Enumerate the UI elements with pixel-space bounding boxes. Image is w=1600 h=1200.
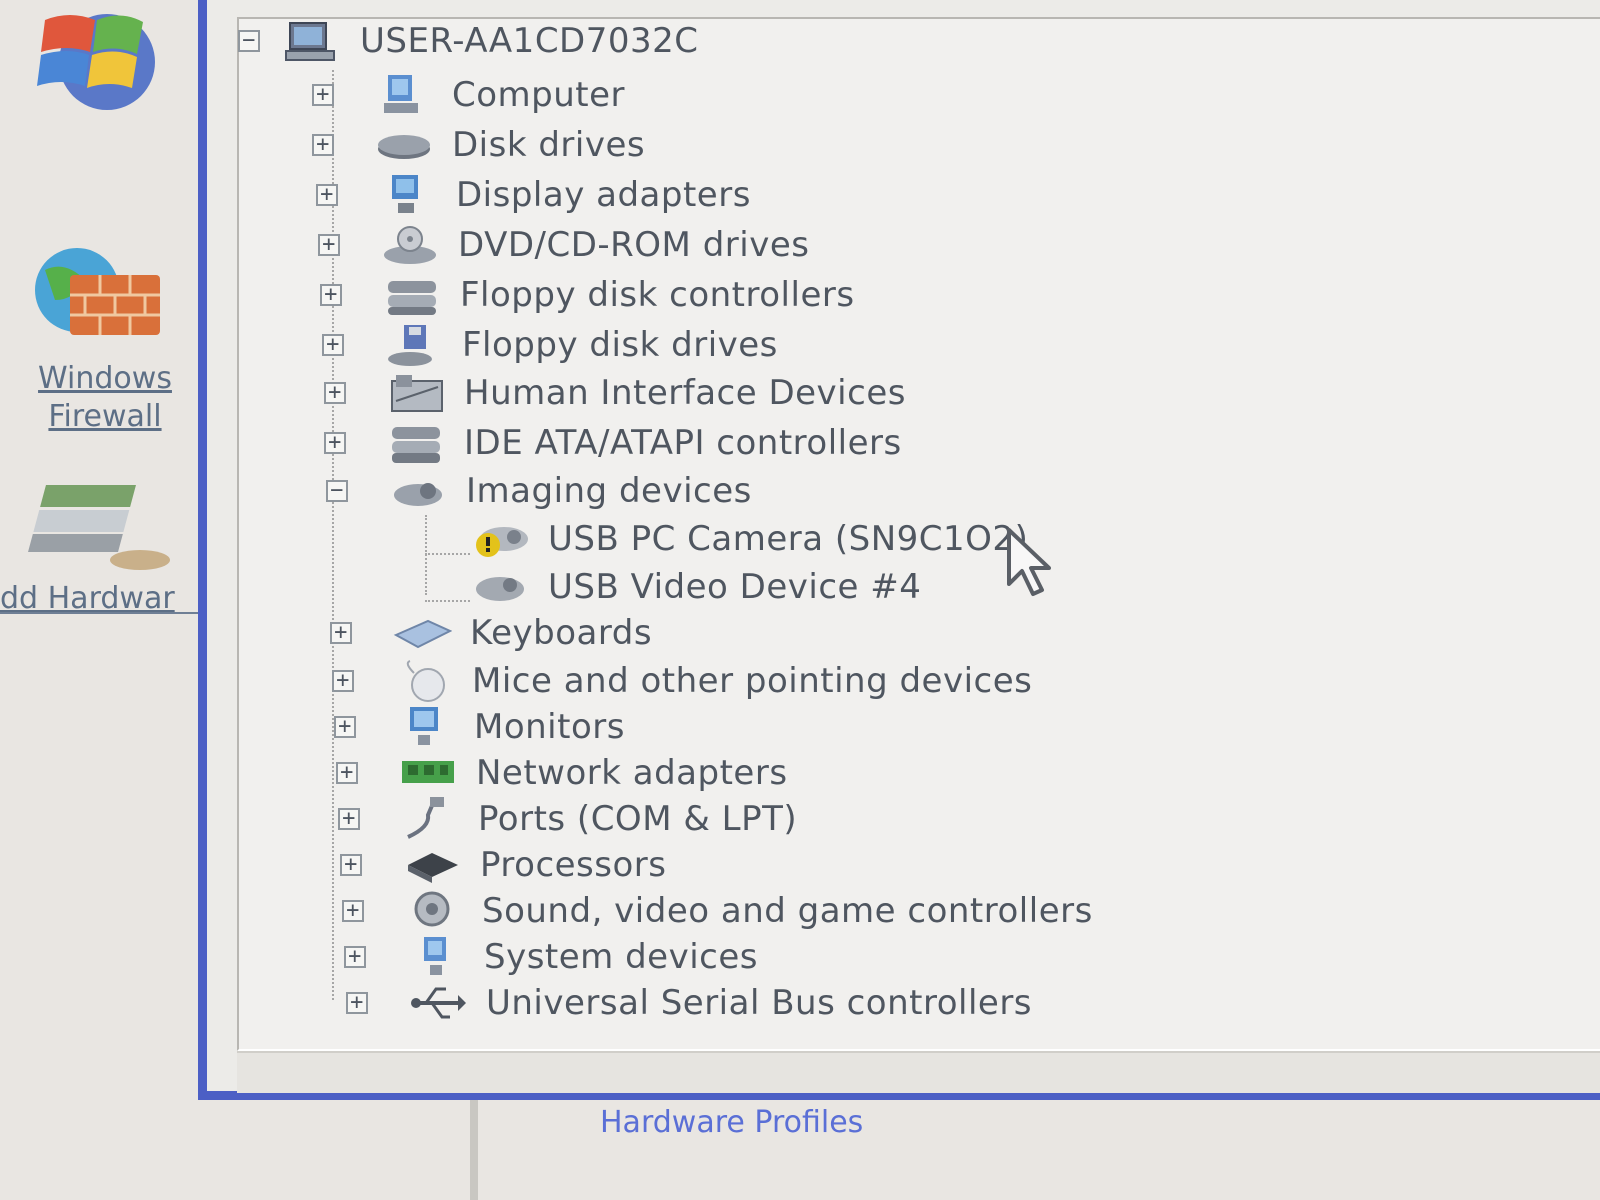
- floppy-drive-icon: [384, 323, 444, 367]
- tree-item-disk-drives[interactable]: + Disk drives: [312, 122, 645, 168]
- add-hardware-item[interactable]: dd Hardwar: [0, 470, 210, 616]
- tree-item-processors[interactable]: + Processors: [340, 842, 666, 888]
- tree-item-display-adapters[interactable]: + Display adapters: [316, 172, 751, 218]
- expand-icon[interactable]: +: [330, 622, 352, 644]
- system-device-icon: [406, 935, 466, 979]
- computer-root-icon: [282, 19, 342, 63]
- add-hardware-underline: [0, 612, 222, 614]
- collapse-icon[interactable]: −: [326, 480, 348, 502]
- tree-child-usb-video-device-4[interactable]: USB Video Device #4: [470, 564, 921, 610]
- tree-item-label: Floppy disk drives: [462, 325, 778, 365]
- status-strip: [237, 1051, 1600, 1093]
- tree-item-universal-serial-bus-controllers[interactable]: + Universal Serial Bus controllers: [346, 980, 1032, 1026]
- tree-item-label: USB Video Device #4: [548, 567, 922, 607]
- tree-item-label: Processors: [480, 845, 667, 885]
- tree-item-human-interface-devices[interactable]: + Human Interface Devices: [324, 370, 906, 416]
- ide-controller-icon: [386, 421, 446, 465]
- expand-icon[interactable]: +: [312, 84, 334, 106]
- tree-line-imaging: [425, 515, 427, 595]
- expand-icon[interactable]: +: [322, 334, 344, 356]
- keyboard-icon: [392, 611, 453, 655]
- tree-item-label: USB PC Camera (SN9C1O2): [548, 519, 1029, 559]
- tree-item-label: Computer: [452, 75, 626, 115]
- tree-item-label: System devices: [484, 937, 758, 977]
- dvd-drive-icon: [380, 223, 440, 267]
- tree-item-label: Disk drives: [452, 125, 646, 165]
- windows-logo-icon: [37, 14, 155, 110]
- tree-item-network-adapters[interactable]: + Network adapters: [336, 750, 788, 796]
- tree-item-label: Floppy disk controllers: [460, 275, 855, 315]
- tree-item-ide-ata-atapi-controllers[interactable]: + IDE ATA/ATAPI controllers: [324, 420, 902, 466]
- expand-icon[interactable]: +: [336, 762, 358, 784]
- hid-icon: [386, 371, 446, 415]
- tree-item-label: Keyboards: [470, 613, 653, 653]
- collapse-icon[interactable]: −: [238, 30, 260, 52]
- expand-icon[interactable]: +: [334, 716, 356, 738]
- firewall-icon: [35, 248, 160, 335]
- tree-item-floppy-disk-controllers[interactable]: + Floppy disk controllers: [320, 272, 855, 318]
- expand-icon[interactable]: +: [318, 234, 340, 256]
- expand-icon[interactable]: +: [324, 382, 346, 404]
- camera-warning-icon: [470, 517, 530, 561]
- windows-firewall-item[interactable]: Windows Firewall: [0, 240, 210, 436]
- tree-item-label: Network adapters: [476, 753, 788, 793]
- mouse-cursor-icon: [1007, 528, 1051, 596]
- expand-icon[interactable]: +: [338, 808, 360, 830]
- tree-item-system-devices[interactable]: + System devices: [344, 934, 758, 980]
- root-label: USER-AA1CD7032C: [360, 21, 699, 61]
- add-hardware-icon: [28, 485, 170, 570]
- tree-item-label: Sound, video and game controllers: [482, 891, 1093, 931]
- port-icon: [400, 797, 460, 841]
- camera-icon: [470, 565, 530, 609]
- expand-icon[interactable]: +: [324, 432, 346, 454]
- tree-root[interactable]: − USER-AA1CD7032C: [238, 18, 699, 64]
- expand-icon[interactable]: +: [312, 134, 334, 156]
- expand-icon[interactable]: +: [344, 946, 366, 968]
- tree-item-label: Mice and other pointing devices: [472, 661, 1033, 701]
- expand-icon[interactable]: +: [316, 184, 338, 206]
- tree-item-label: Display adapters: [456, 175, 751, 215]
- tree-item-monitors[interactable]: + Monitors: [334, 704, 625, 750]
- tree-item-mice-and-other-pointing-devices[interactable]: + Mice and other pointing devices: [332, 658, 1032, 704]
- tree-item-label: DVD/CD-ROM drives: [458, 225, 810, 265]
- firewall-label-line2[interactable]: Firewall: [0, 398, 210, 436]
- display-adapter-icon: [378, 173, 438, 217]
- disk-drive-icon: [374, 123, 434, 167]
- tree-line-child1: [425, 553, 470, 555]
- sound-icon: [404, 889, 464, 933]
- tree-item-floppy-disk-drives[interactable]: + Floppy disk drives: [322, 322, 778, 368]
- tree-item-keyboards[interactable]: + Keyboards: [330, 610, 652, 656]
- floppy-controller-icon: [382, 273, 442, 317]
- tree-item-label: Human Interface Devices: [464, 373, 906, 413]
- tree-child-usb-pc-camera-sn9c1o2[interactable]: USB PC Camera (SN9C1O2): [470, 516, 1028, 562]
- mouse-icon: [394, 659, 454, 703]
- hardware-profiles-link[interactable]: Hardware Profiles: [600, 1105, 863, 1140]
- tree-item-computer[interactable]: + Computer: [312, 72, 625, 118]
- tree-item-label: Monitors: [474, 707, 625, 747]
- expand-icon[interactable]: +: [340, 854, 362, 876]
- tree-item-dvd-cd-rom-drives[interactable]: + DVD/CD-ROM drives: [318, 222, 809, 268]
- processor-icon: [402, 843, 462, 887]
- tree-line-child2: [425, 600, 470, 602]
- tree-item-label: Imaging devices: [466, 471, 752, 511]
- tree-item-label: IDE ATA/ATAPI controllers: [464, 423, 902, 463]
- tree-item-label: Universal Serial Bus controllers: [486, 983, 1033, 1023]
- expand-icon[interactable]: +: [320, 284, 342, 306]
- expand-icon[interactable]: +: [342, 900, 364, 922]
- firewall-label-line1[interactable]: Windows: [0, 360, 210, 398]
- monitor-icon: [396, 705, 456, 749]
- network-adapter-icon: [398, 751, 458, 795]
- imaging-device-icon: [388, 469, 448, 513]
- tree-item-label: Ports (COM & LPT): [478, 799, 798, 839]
- expand-icon[interactable]: +: [346, 992, 368, 1014]
- expand-icon[interactable]: +: [332, 670, 354, 692]
- computer-icon: [374, 73, 434, 117]
- windows-logo-item[interactable]: [0, 0, 210, 114]
- tree-item-sound-video-and-game-controllers[interactable]: + Sound, video and game controllers: [342, 888, 1093, 934]
- usb-icon: [408, 981, 468, 1025]
- tree-item-imaging-devices[interactable]: − Imaging devices: [326, 468, 752, 514]
- tree-item-ports-com-lpt[interactable]: + Ports (COM & LPT): [338, 796, 797, 842]
